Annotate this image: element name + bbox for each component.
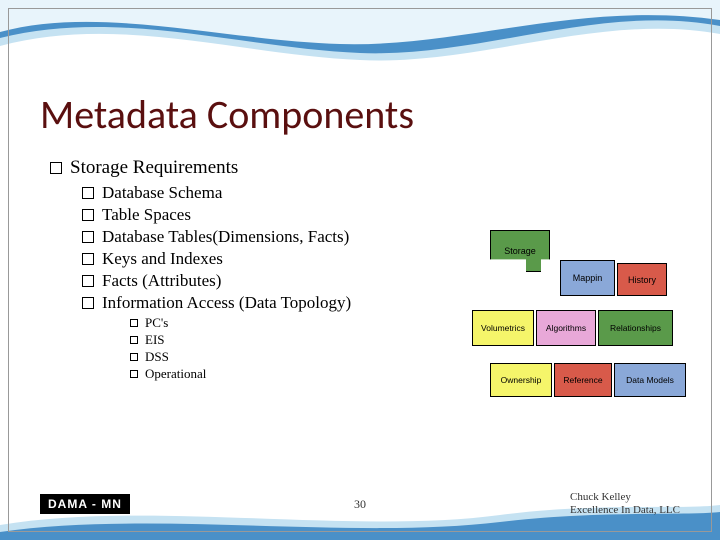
author-org: Excellence In Data, LLC xyxy=(570,504,680,518)
puzzle-piece-storage: Storage xyxy=(490,230,550,272)
attribution: Chuck Kelley Excellence In Data, LLC xyxy=(570,491,680,519)
puzzle-piece-datamodels: Data Models xyxy=(614,363,686,397)
section-text: Storage Requirements xyxy=(70,157,238,178)
puzzle-diagram: Storage Mappin History Volumetrics Algor… xyxy=(440,215,720,415)
puzzle-piece-reference: Reference xyxy=(554,363,612,397)
puzzle-piece-algorithms: Algorithms xyxy=(536,310,596,346)
section-heading: Storage Requirements xyxy=(50,157,680,179)
author-name: Chuck Kelley xyxy=(570,491,680,505)
puzzle-piece-relationships: Relationships xyxy=(598,310,673,346)
dama-logo: DAMA - MN xyxy=(40,494,130,514)
footer: DAMA - MN 30 Chuck Kelley Excellence In … xyxy=(0,491,720,519)
puzzle-piece-ownership: Ownership xyxy=(490,363,552,397)
puzzle-piece-volumetrics: Volumetrics xyxy=(472,310,534,346)
slide-title: Metadata Components xyxy=(40,90,680,139)
page-number: 30 xyxy=(354,497,366,512)
puzzle-piece-history: History xyxy=(617,263,667,296)
bullet-item: Database Schema xyxy=(82,183,680,203)
puzzle-piece-mapping: Mappin xyxy=(560,260,615,296)
